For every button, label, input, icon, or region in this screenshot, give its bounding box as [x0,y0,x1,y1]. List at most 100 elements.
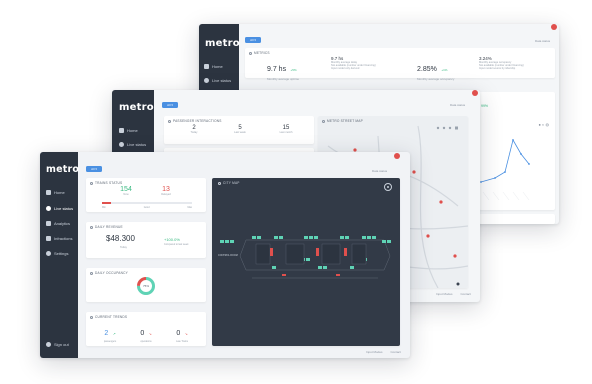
middle-map-tool-icon[interactable] [436,126,440,130]
front-sidebar: metro Home Live status Analytics Infract… [40,152,79,358]
front-footer-contact[interactable]: Contact [391,350,401,354]
front-nav-analytics[interactable]: Analytics [46,221,70,226]
middle-map-tool-icon[interactable] [448,126,452,130]
front-train-car [220,240,224,243]
middle-top-link[interactable]: Data status [450,103,465,107]
back-stat-1-delta: +5% [290,68,297,72]
middle-footer: Input Modes Contact [436,292,471,296]
middle-map-marker[interactable] [412,170,416,174]
infractions-icon [46,236,51,241]
middle-footer-input-modes[interactable]: Input Modes [436,292,453,296]
front-delayed-car [336,274,340,276]
back-nav-live-status-label: Live status [212,78,232,83]
front-train-car [340,236,344,239]
back-chart-tick [492,191,500,201]
train-icon [90,181,93,185]
front-nav-analytics-label: Analytics [54,221,71,226]
front-trend-late-label: Late Trains [176,340,188,343]
front-station-block [321,243,341,265]
front-trend-late-value: 0 [176,330,181,337]
back-line-point [494,177,496,179]
front-trend-passengers-label: passengers [103,340,117,343]
front-occupancy-title-text: DAILY OCCUPANCY [95,271,128,275]
front-train-car [225,240,229,243]
front-filter-button[interactable]: All ▾ [86,166,102,172]
middle-nav-home[interactable]: Home [119,128,138,133]
front-footer: Input Modes Contact [366,350,401,354]
front-revenue-value: $48.300 [106,234,135,243]
back-nav-home[interactable]: Home [204,64,223,69]
back-stat-4: 3.24% Monthly average occupancy Not avai… [479,56,524,70]
front-trend-operations: 0 ↘ operations [134,322,158,343]
middle-map-tool-icon[interactable] [455,126,458,130]
front-delayed-car [316,248,319,256]
front-trend-operations-value: 0 [140,330,145,337]
front-track-line [239,255,247,271]
front-trend-passengers-arrow: ↗ [112,332,116,336]
front-sign-out[interactable]: Sign out [46,342,69,347]
front-nav-home[interactable]: Home [46,190,65,195]
back-stat-4-sub3: Input model source by ridership [479,67,516,70]
front-trend-operations-arrow: ↘ [148,332,152,336]
front-nav-settings[interactable]: Settings [46,251,68,256]
front-trend-passengers-value: 2 [104,330,109,337]
front-delayed-car [282,274,286,276]
front-occupancy-card: DAILY OCCUPANCY 75% [86,268,206,302]
front-nav-live-status-label: Live status [54,206,74,211]
back-chart-card: 99% ● ◐ ◍ [479,92,555,210]
front-train-car [350,266,354,269]
middle-nav-live-status[interactable]: Live status [119,142,146,147]
front-footer-input-modes[interactable]: Input Modes [366,350,383,354]
back-chart-tick [482,191,490,201]
front-revenue-card: DAILY REVENUE $48.300 Today +100.0% Comp… [86,222,206,258]
middle-map-marker[interactable] [439,200,443,204]
back-chart-tick [502,191,510,201]
front-revenue-change-label: Compared to last week [164,243,189,246]
front-train-car [367,236,371,239]
back-top-link[interactable]: Data status [535,39,550,43]
home-icon [204,64,209,69]
back-line-point [480,181,482,183]
middle-map-locate-icon[interactable] [456,282,460,286]
back-stat-1-value: 9.7 hs [267,66,287,73]
front-city-map-card[interactable]: CITY MAP CONTROL ROOM [212,178,400,346]
front-top-link[interactable]: Data status [372,169,387,173]
front-revenue-change: +100.0% [164,237,180,242]
middle-filter-button[interactable]: All ▾ [162,102,178,108]
sign-out-icon [46,342,51,347]
home-icon [46,190,51,195]
front-nav-live-status[interactable]: Live status [46,206,73,211]
front-train-car [314,236,318,239]
front-occupancy-ring: 75% [137,277,155,295]
middle-map-marker[interactable] [453,254,457,258]
front-trains-ok-label: Now [123,193,129,196]
back-metrics-title: METRICS [249,51,270,55]
back-lower-card [479,214,555,224]
middle-passenger-title-text: PASSENGER INTERACTIONS [173,119,222,123]
front-train-car [387,240,391,243]
front-trains-status-card: TRAINS STATUS 154 Now 13 Delayed Min Goo… [86,178,206,212]
back-nav-live-status[interactable]: Live status [204,78,231,83]
front-notification-badge [394,153,400,159]
front-trends-title-text: CURRENT TRENDS [95,315,128,319]
back-line-point [504,171,506,173]
back-metrics-card: METRICS 9.7 hs +5% Monthly average uptim… [245,48,555,81]
middle-map-marker[interactable] [426,234,430,238]
front-trends-card: CURRENT TRENDS 2 ↗ passengers 0 ↘ operat… [86,312,206,346]
middle-map-tool-icon[interactable] [442,126,446,130]
front-revenue-label: Today [120,246,127,249]
back-filter-button[interactable]: All ▾ [245,37,261,43]
front-trend-passengers: 2 ↗ passengers [98,322,122,343]
middle-passenger-stat-week: 5 Last week [228,125,252,134]
front-trend-late-trains: 0 ↘ Late Trains [170,322,194,343]
middle-footer-contact[interactable]: Contact [461,292,471,296]
analytics-icon [46,221,51,226]
front-nav-infractions[interactable]: Infractions [46,236,72,241]
front-trends-title: CURRENT TRENDS [90,315,127,319]
middle-map-title-text: METRO STREET MAP [327,119,363,123]
back-stat-1: 9.7 hs +5% Monthly average uptime [267,58,299,81]
middle-logo: metro [119,102,154,113]
middle-passenger-stat-month: 15 Last month [274,125,298,134]
middle-nav-live-status-label: Live status [127,142,147,147]
live-status-icon [204,78,209,83]
